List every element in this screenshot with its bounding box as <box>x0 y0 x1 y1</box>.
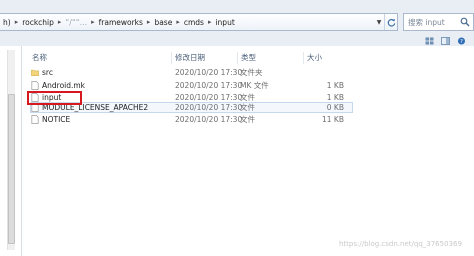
navigation-scrollbar[interactable] <box>7 50 15 250</box>
file-icon <box>31 81 39 90</box>
breadcrumb-item[interactable]: base <box>151 18 175 27</box>
column-header-date[interactable]: 修改日期 <box>171 52 237 64</box>
file-size: 11 KB <box>322 115 344 124</box>
search-placeholder: 搜索 input <box>408 17 445 27</box>
column-headers: 名称 修改日期 类型 大小 <box>23 52 474 64</box>
help-icon[interactable]: ? <box>457 36 466 45</box>
list-item[interactable]: NOTICE 2020/10/20 17:30 文件 11 KB <box>23 114 353 125</box>
file-date: 2020/10/20 17:30 <box>175 115 243 124</box>
preview-pane-icon[interactable] <box>441 36 450 45</box>
toolbar: ? <box>0 35 474 46</box>
chevron-down-icon[interactable]: ▼ <box>374 14 384 30</box>
breadcrumb-item[interactable]: cmds <box>181 18 207 27</box>
breadcrumb-item[interactable]: frameworks <box>96 18 146 27</box>
file-date: 2020/10/20 17:30 <box>175 103 243 112</box>
highlight-annotation-box <box>27 91 82 105</box>
folder-icon <box>31 69 39 76</box>
file-date: 2020/10/20 17:30 <box>175 81 243 90</box>
file-date: 2020/10/20 17:30 <box>175 68 243 77</box>
file-name: Android.mk <box>42 81 86 90</box>
file-name: NOTICE <box>42 115 71 124</box>
file-type: 文件 <box>240 115 255 124</box>
file-type: 文件夹 <box>240 68 263 77</box>
list-item[interactable]: src 2020/10/20 17:30 文件夹 <box>23 67 353 78</box>
watermark: https://blog.csdn.net/qq_37650369 <box>339 240 462 248</box>
refresh-icon[interactable] <box>384 14 397 30</box>
search-input[interactable]: 搜索 input <box>403 13 474 31</box>
column-header-name[interactable]: 名称 <box>29 52 171 64</box>
file-type: MK 文件 <box>240 81 269 90</box>
file-size: 0 KB <box>326 103 344 112</box>
file-name: src <box>42 68 53 77</box>
list-item[interactable]: Android.mk 2020/10/20 17:30 MK 文件 1 KB <box>23 80 353 91</box>
column-header-type[interactable]: 类型 <box>237 52 303 64</box>
breadcrumb-item[interactable]: rockchip <box>19 18 57 27</box>
svg-text:?: ? <box>460 39 463 45</box>
column-header-size[interactable]: 大小 <box>303 52 363 64</box>
view-options-icon[interactable] <box>425 36 434 45</box>
navigation-pane <box>0 46 22 256</box>
file-size: 1 KB <box>326 81 344 90</box>
search-icon[interactable] <box>460 17 470 27</box>
file-icon <box>31 115 39 124</box>
breadcrumb-item-current[interactable]: input <box>212 18 237 27</box>
scrollbar-thumb[interactable] <box>8 94 15 244</box>
breadcrumb-item[interactable]: h) <box>0 18 14 27</box>
breadcrumb[interactable]: h) ▸ rockchip ▸ “/““… ▸ frameworks ▸ bas… <box>0 13 398 31</box>
file-type: 文件 <box>240 103 255 112</box>
breadcrumb-item[interactable]: “/““… <box>62 18 90 27</box>
